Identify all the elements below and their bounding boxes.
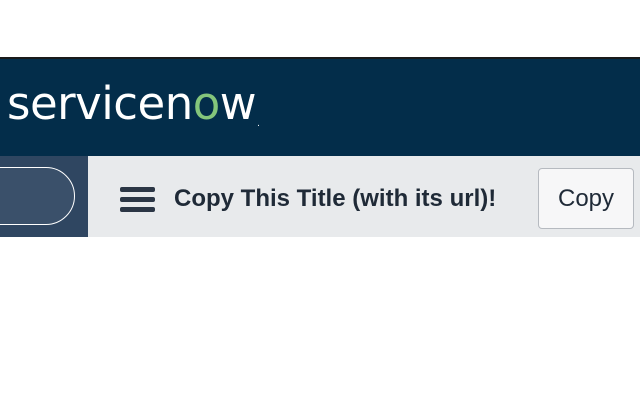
menu-line: [120, 197, 155, 202]
logo-text-suffix: w: [219, 77, 257, 130]
menu-line: [120, 187, 155, 192]
logo-o-mark: o: [192, 77, 221, 130]
page-title: Copy This Title (with its url)!: [174, 185, 497, 212]
menu-line: [120, 207, 155, 212]
hamburger-menu-icon[interactable]: [120, 187, 155, 213]
logo-text-prefix: servicen: [7, 77, 193, 130]
filter-navigator-input[interactable]: [0, 167, 75, 225]
logo-trademark: .: [257, 119, 260, 129]
copy-button[interactable]: Copy: [538, 168, 634, 229]
servicenow-logo: servicenow.: [7, 74, 260, 134]
